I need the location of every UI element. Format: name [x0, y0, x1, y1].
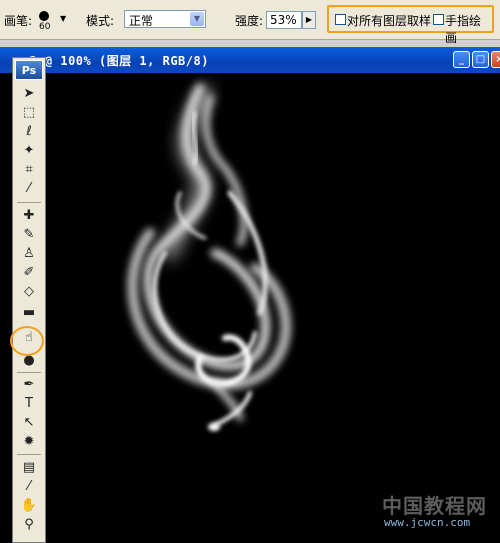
- brush-tool-icon[interactable]: ✎: [20, 226, 38, 244]
- slice-tool-icon[interactable]: ⁄: [20, 180, 38, 198]
- mode-label: 模式:: [86, 14, 115, 28]
- strength-input[interactable]: 53%: [266, 11, 302, 29]
- pen-tool-icon[interactable]: ✒: [20, 376, 38, 394]
- maximize-button[interactable]: □: [472, 51, 489, 68]
- minimize-button[interactable]: _: [453, 51, 470, 68]
- marquee-tool-icon[interactable]: ⬚: [20, 104, 38, 122]
- strength-slider-button[interactable]: ▶: [302, 11, 316, 29]
- brush-dropdown-icon[interactable]: ▼: [60, 14, 66, 23]
- minimize-icon: _: [459, 54, 464, 65]
- finger-painting-label: 手指绘画: [445, 14, 482, 45]
- gradient-tool-icon[interactable]: ▬: [20, 304, 38, 322]
- hand-tool-icon[interactable]: ✋: [20, 497, 38, 515]
- healing-brush-tool-icon[interactable]: ✚: [20, 207, 38, 225]
- close-button[interactable]: ×: [491, 51, 500, 68]
- zoom-tool-icon[interactable]: ⚲: [20, 516, 38, 534]
- custom-shape-tool-icon[interactable]: ✹: [20, 433, 38, 451]
- crop-tool-icon[interactable]: ⌗: [20, 161, 38, 179]
- strength-value: 53%: [270, 13, 297, 27]
- brush-label: 画笔:: [4, 14, 33, 28]
- eyedropper-tool-icon[interactable]: ⁄: [20, 478, 38, 496]
- finger-painting-checkbox[interactable]: [433, 14, 444, 25]
- clone-stamp-tool-icon[interactable]: ♙: [20, 245, 38, 263]
- document-canvas[interactable]: 中国教程网 www.jcwcn.com: [0, 73, 500, 543]
- mode-select[interactable]: 正常 ▼: [124, 10, 206, 28]
- close-icon: ×: [495, 54, 500, 65]
- mode-value: 正常: [129, 14, 154, 28]
- notes-tool-icon[interactable]: ▤: [20, 459, 38, 477]
- path-selection-tool-icon[interactable]: ↖: [20, 414, 38, 432]
- watermark-url: www.jcwcn.com: [384, 516, 471, 529]
- eraser-tool-icon[interactable]: ◇: [20, 283, 38, 301]
- toolbox-divider: [17, 202, 41, 203]
- chevron-down-icon[interactable]: ▼: [190, 12, 204, 26]
- smoke-image: [127, 83, 291, 431]
- watermark-text: 中国教程网: [382, 494, 487, 518]
- active-tool-highlight: [10, 326, 44, 356]
- options-bar: 画笔: 60 ▼ 模式: 正常 ▼ 强度: 53% ▶ 对所有图层取样 手指绘画: [0, 0, 500, 45]
- move-tool-icon[interactable]: ➤: [20, 85, 38, 103]
- document-titlebar[interactable]: -2 @ 100% (图层 1, RGB/8) _ □ ×: [0, 47, 500, 73]
- toolbox-divider: [17, 372, 41, 373]
- brush-preset-picker[interactable]: [39, 11, 49, 21]
- photoshop-logo[interactable]: Ps: [15, 60, 43, 80]
- toolbox: Ps ➤ ⬚ ℓ ✦ ⌗ ⁄ ✚ ✎ ♙ ✐ ◇ ▬ ☝ ● ✒ T ↖ ✹ ▤…: [12, 57, 46, 543]
- type-tool-icon[interactable]: T: [20, 395, 38, 413]
- sample-all-layers-checkbox[interactable]: [335, 14, 346, 25]
- sample-all-layers-label: 对所有图层取样: [347, 14, 432, 28]
- highlight-box: 对所有图层取样 手指绘画: [327, 5, 494, 45]
- history-brush-tool-icon[interactable]: ✐: [20, 264, 38, 282]
- brush-size: 60: [39, 22, 51, 32]
- magic-wand-tool-icon[interactable]: ✦: [20, 142, 38, 160]
- toolbox-divider: [17, 454, 41, 455]
- lasso-tool-icon[interactable]: ℓ: [20, 123, 38, 141]
- strength-label: 强度:: [235, 14, 264, 28]
- maximize-icon: □: [475, 54, 486, 65]
